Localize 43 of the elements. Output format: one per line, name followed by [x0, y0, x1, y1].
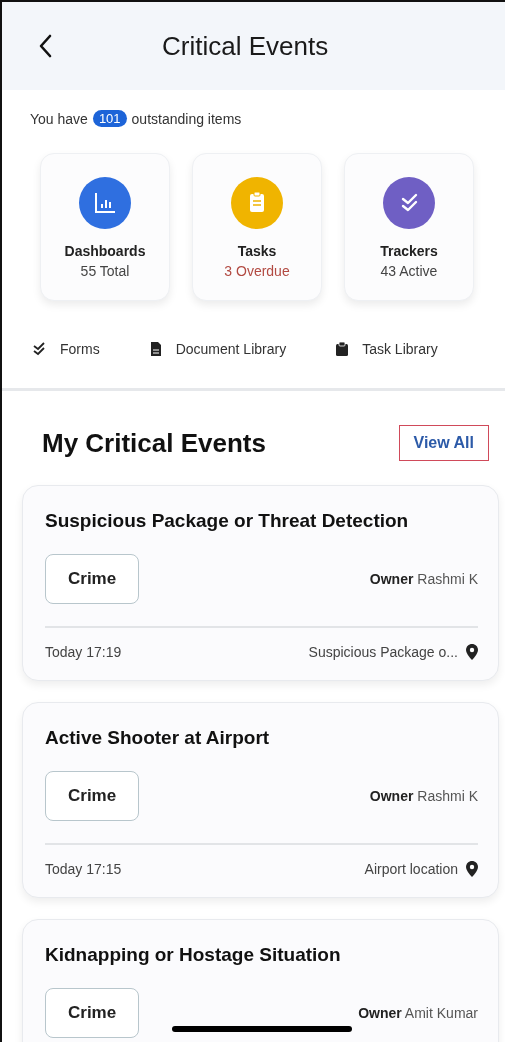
event-title: Active Shooter at Airport — [45, 727, 271, 749]
owner-text: Owner Rashmi K — [369, 788, 478, 804]
event-time: Today 17:15 — [45, 861, 122, 877]
document-icon — [149, 342, 162, 356]
count-badge: 101 — [92, 110, 127, 127]
section-title: My Critical Events — [42, 427, 266, 459]
screen-title: Critical Events — [162, 30, 329, 62]
event-card[interactable]: Kidnapping or Hostage Situation Crime Owner Amit Kumar — [22, 919, 499, 1042]
double-check-icon — [383, 177, 435, 229]
category-tag: Crime — [45, 988, 140, 1038]
category-tag: Crime — [45, 554, 140, 604]
tile-label: Trackers — [380, 243, 438, 259]
library-link[interactable]: Forms — [32, 341, 100, 357]
clipboard-icon — [231, 177, 283, 229]
library-link[interactable]: Document Library — [149, 341, 287, 357]
tile-label: Tasks — [237, 243, 277, 259]
view-all-button[interactable]: View All — [398, 425, 489, 461]
location-pin-icon — [466, 861, 478, 877]
summary-text: You have — [30, 110, 88, 127]
category-tile[interactable]: Dashboards 55 Total — [40, 153, 170, 301]
owner-text: Owner Rashmi K — [369, 571, 478, 587]
event-card[interactable]: Suspicious Package or Threat Detection Crime Owner Rashmi K Today 17:19 Suspicious Package o... — [22, 485, 499, 681]
tile-label: Dashboards — [64, 243, 146, 259]
double-check-icon — [32, 342, 46, 356]
category-tile[interactable]: Trackers 43 Active — [344, 153, 474, 301]
category-tag: Crime — [45, 771, 140, 821]
back-icon[interactable] — [38, 34, 52, 58]
tile-detail: 3 Overdue — [224, 263, 290, 279]
location-text: Airport location — [364, 861, 458, 877]
event-time: Today 17:19 — [45, 644, 122, 660]
event-card[interactable]: Active Shooter at Airport Crime Owner Rashmi K Today 17:15 Airport location — [22, 702, 499, 898]
bar-chart-icon — [79, 177, 131, 229]
tile-detail: 55 Total — [80, 263, 130, 279]
location-text: Suspicious Package o... — [308, 644, 458, 660]
category-tile[interactable]: Tasks 3 Overdue — [192, 153, 322, 301]
event-title: Kidnapping or Hostage Situation — [45, 944, 342, 966]
library-link[interactable]: Task Library — [336, 341, 438, 357]
clipboard-icon — [336, 342, 349, 356]
tile-detail: 43 Active — [380, 263, 438, 279]
summary-text: outstanding items — [131, 110, 242, 127]
event-title: Suspicious Package or Threat Detection — [45, 510, 410, 532]
owner-text: Owner Amit Kumar — [358, 1005, 478, 1021]
location-pin-icon — [466, 644, 478, 660]
